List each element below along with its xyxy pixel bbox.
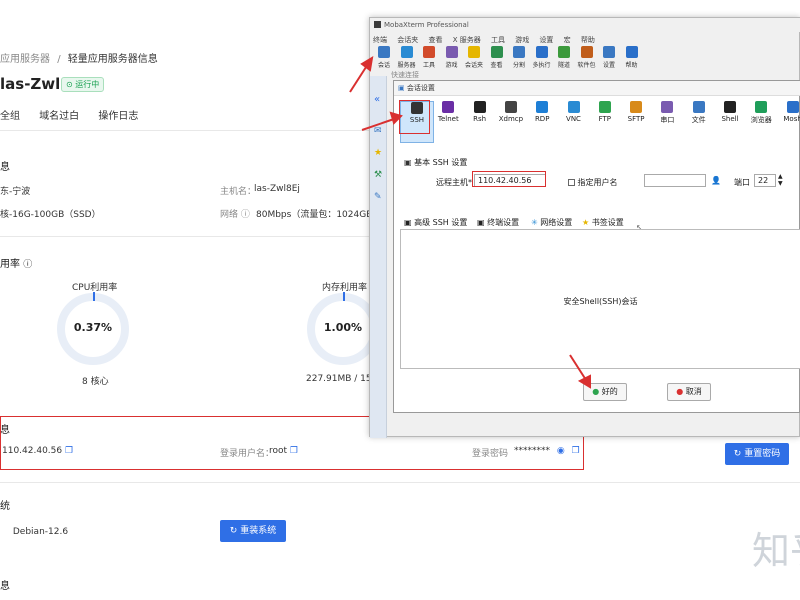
arrow-head-session [360, 56, 374, 72]
zhihu-watermark: 知乎 [752, 529, 800, 573]
annotation-arrows [349, 56, 591, 389]
arrow-to-ok [569, 354, 587, 381]
arrow-head-ssh [389, 111, 403, 125]
arrow-head-ok [577, 374, 591, 389]
arrow-to-ssh [361, 118, 395, 131]
arrow-to-session-button [349, 63, 369, 93]
